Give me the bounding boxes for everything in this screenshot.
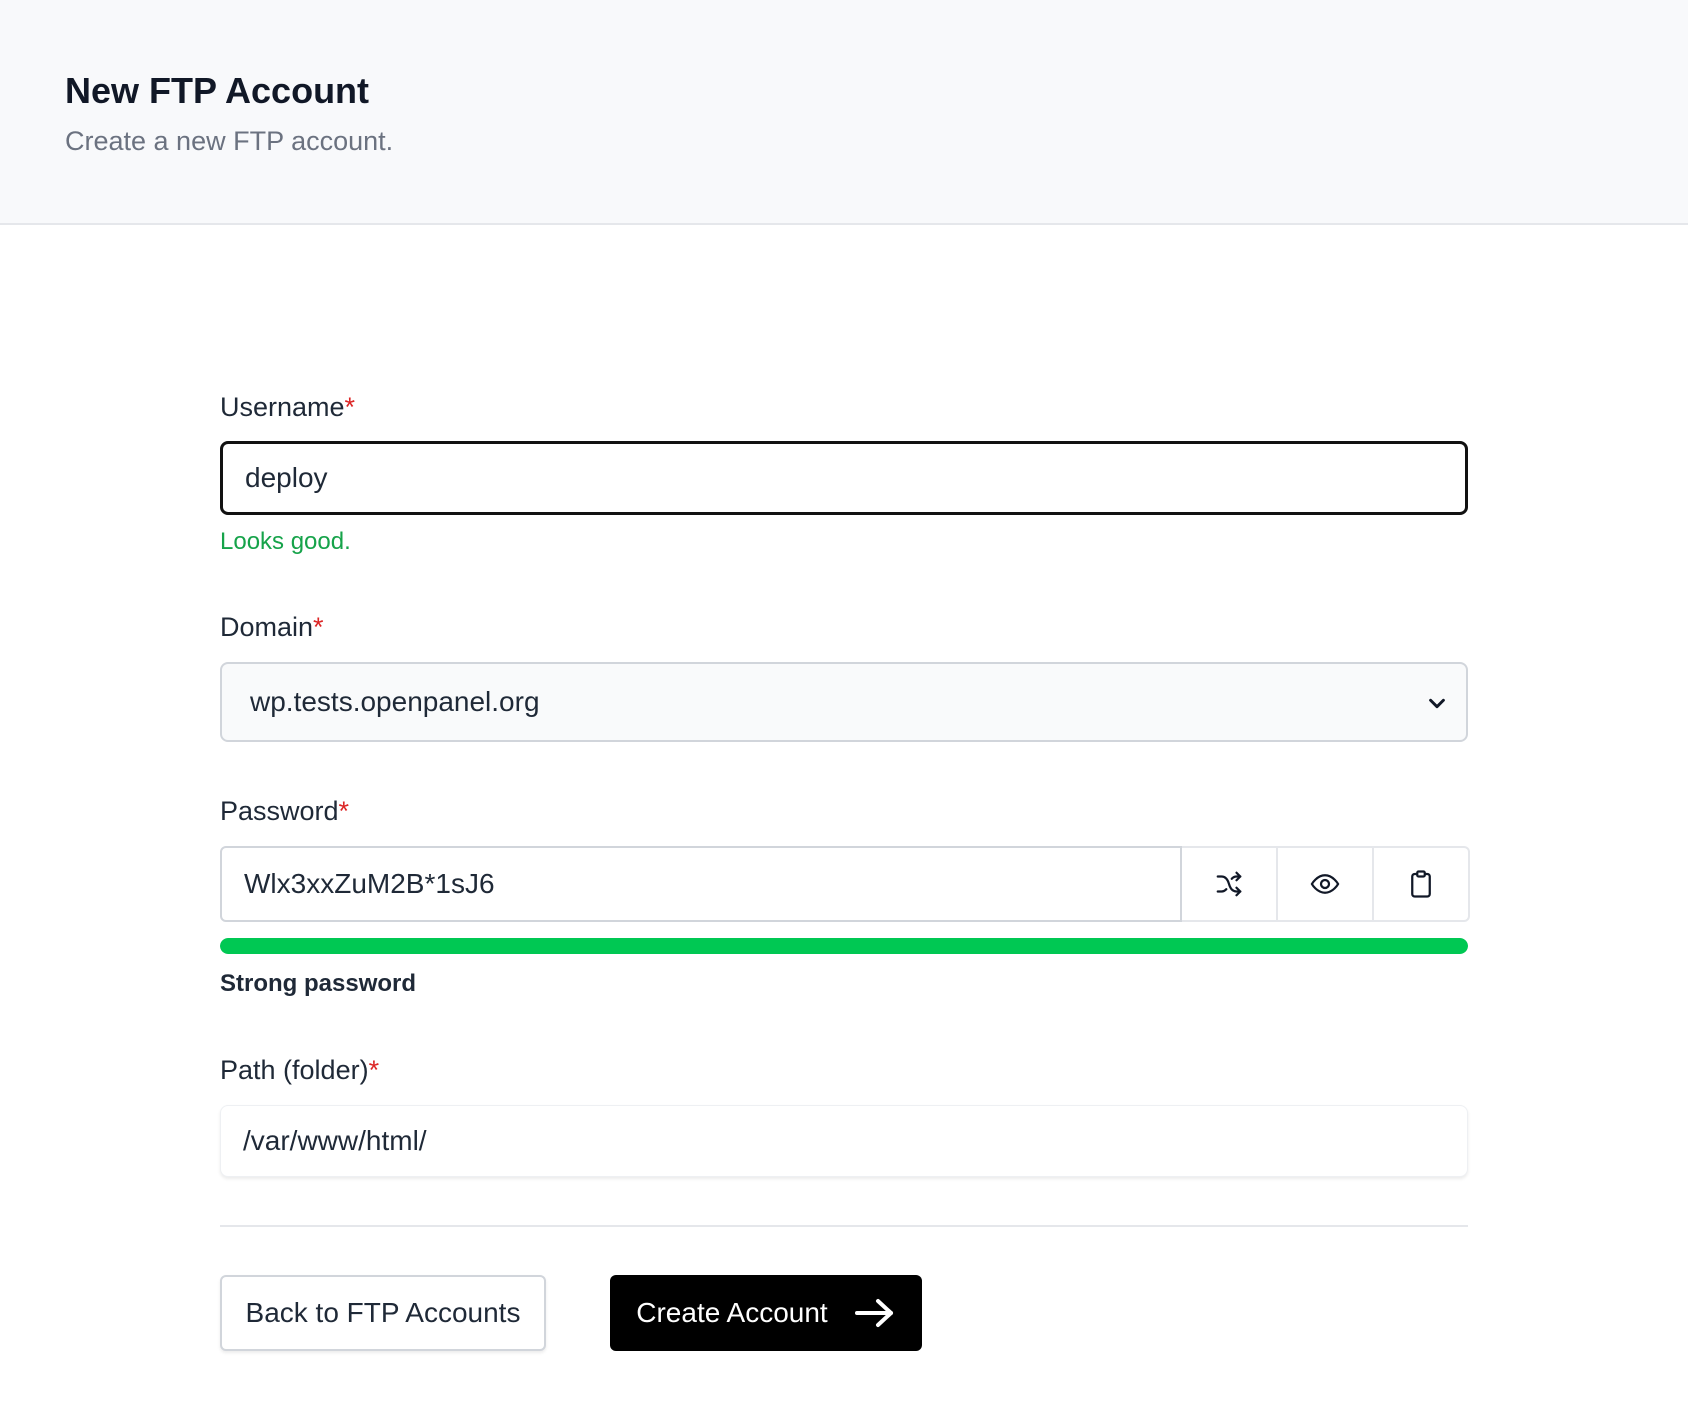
path-value: /var/www/html/ (243, 1125, 427, 1156)
clipboard-icon (1411, 870, 1431, 898)
toggle-password-visibility-button[interactable] (1278, 846, 1374, 922)
chevron-down-icon (1429, 698, 1445, 709)
page-subtitle: Create a new FTP account. (65, 126, 394, 156)
username-input[interactable]: deploy (220, 441, 1468, 515)
password-strength-label: Strong password (220, 970, 417, 997)
back-button-label: Back to FTP Accounts (245, 1297, 521, 1328)
domain-selected-value: wp.tests.openpanel.org (250, 686, 540, 717)
page-title: New FTP Account (65, 70, 370, 111)
back-to-ftp-accounts-button[interactable]: Back to FTP Accounts (220, 1275, 546, 1351)
form-divider (220, 1225, 1468, 1227)
username-validation-message: Looks good. (220, 528, 351, 555)
arrow-right-icon (854, 1299, 893, 1327)
create-account-button[interactable]: Create Account (610, 1275, 922, 1351)
domain-label: Domain* (220, 612, 324, 642)
password-value: Wlx3xxZuM2B*1sJ6 (244, 868, 495, 899)
password-label: Password* (220, 796, 350, 826)
page-header: New FTP Account Create a new FTP account… (0, 0, 1688, 225)
password-input[interactable]: Wlx3xxZuM2B*1sJ6 (220, 846, 1182, 922)
shuffle-icon (1216, 871, 1242, 897)
required-marker: * (313, 612, 324, 642)
password-strength-fill (220, 938, 1468, 954)
required-marker: * (344, 392, 356, 422)
path-input[interactable]: /var/www/html/ (220, 1105, 1468, 1177)
copy-password-button[interactable] (1374, 846, 1470, 922)
username-label: Username* (220, 392, 356, 422)
password-strength-bar (220, 938, 1468, 954)
create-button-label: Create Account (636, 1297, 828, 1328)
domain-select[interactable]: wp.tests.openpanel.org (220, 662, 1468, 742)
username-value: deploy (245, 462, 328, 493)
password-input-group: Wlx3xxZuM2B*1sJ6 (220, 846, 1470, 922)
generate-password-button[interactable] (1182, 846, 1278, 922)
required-marker: * (338, 796, 350, 826)
required-marker: * (368, 1055, 380, 1085)
path-label: Path (folder)* (220, 1055, 380, 1085)
eye-icon (1310, 874, 1340, 894)
